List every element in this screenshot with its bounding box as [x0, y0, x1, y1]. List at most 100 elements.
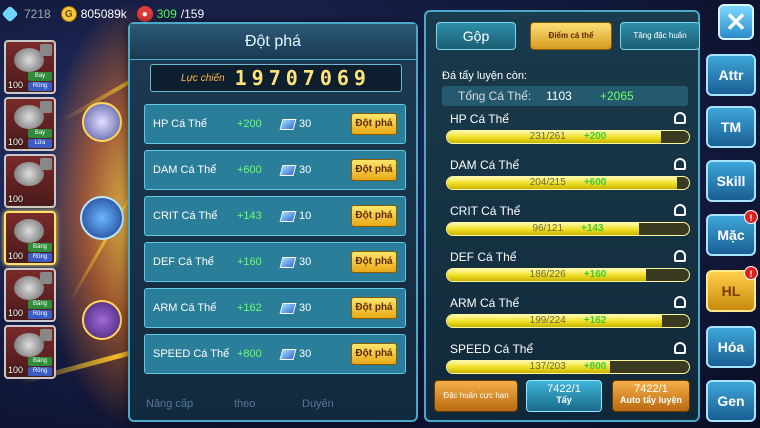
stat-bonus: +800 [583, 361, 607, 372]
character-avatar[interactable] [82, 300, 122, 340]
auto-reroll-button[interactable]: 7422/1 Auto tẩy luyện [612, 380, 690, 412]
stat-bonus: +162 [237, 302, 262, 314]
coin-resource: G 805089k [60, 6, 127, 22]
stat-cost: 30 [299, 256, 312, 268]
extreme-training-button[interactable]: Đặc huấn cực hạn [434, 380, 518, 412]
side-attr-button[interactable]: Attr [706, 54, 756, 96]
type-tag: Lửa [28, 139, 52, 148]
type-tag: Rồng [28, 253, 52, 262]
side-hoa-button[interactable]: Hóa [706, 326, 756, 368]
team-slot-selected[interactable]: Băng Rồng 100 [4, 211, 56, 265]
tab-gop[interactable]: Gộp [436, 22, 516, 50]
gem-count: 7218 [24, 7, 51, 21]
coin-icon: G [60, 6, 77, 22]
breakthrough-button[interactable]: Đột phá [351, 297, 397, 319]
panel-title: Đột phá [130, 24, 416, 60]
combat-power-value: 19707069 [234, 66, 371, 90]
breakthrough-button[interactable]: Đột phá [351, 251, 397, 273]
stat-bonus: +160 [583, 269, 607, 280]
monster-level: 100 [8, 137, 24, 147]
side-mac-button[interactable]: Mặc! [706, 210, 758, 256]
breakthrough-button[interactable]: Đột phá [351, 205, 397, 227]
stat-name: DAM Cá Thể [450, 158, 520, 172]
stat-progress-text: 186/226 +160 [446, 268, 690, 282]
stat-bonus: +160 [237, 256, 262, 268]
breakthrough-panel: Đột phá Lực chiến 19707069 HP Cá Thể +20… [128, 22, 418, 422]
team-slot[interactable]: Băng Rồng 100 [4, 268, 56, 322]
breakthrough-button[interactable]: Đột phá [351, 113, 397, 135]
type-tag: Rồng [28, 367, 52, 376]
tab-tang-dac-huan[interactable]: Tăng đặc huấn [620, 22, 700, 50]
breakthrough-row: CRIT Cá Thể +143 10 Đột phá [144, 196, 406, 236]
lock-icon[interactable] [674, 158, 686, 170]
reroll-count: 7422/1 [547, 383, 581, 395]
reroll-button[interactable]: 7422/1 Tẩy [526, 380, 602, 412]
stat-row: DAM Cá Thể 204/215 +600 [446, 158, 690, 204]
stat-name: DEF Cá Thể [450, 250, 517, 264]
breakthrough-button[interactable]: Đột phá [351, 343, 397, 365]
tab-diem-ca-the[interactable]: Điểm cá thể [530, 22, 612, 50]
stat-bonus: +143 [237, 210, 262, 222]
close-button[interactable]: ✕ [718, 4, 754, 40]
stat-bonus: +800 [237, 348, 262, 360]
team-list: Bay Rồng 100 Bay Lửa 100 100 Băng Rồng 100 Băn… [4, 40, 60, 382]
total-label: Tổng Cá Thể: [458, 89, 532, 103]
nav-upgrade[interactable]: Nâng cấp [146, 398, 193, 410]
stat-name: DEF Cá Thể [153, 256, 214, 268]
type-tag: Rồng [28, 310, 52, 319]
combat-power-label: Lực chiến [181, 72, 225, 84]
stat-name: ARM Cá Thể [153, 302, 217, 314]
bag-icon[interactable] [80, 196, 124, 240]
stat-bonus: +200 [237, 118, 262, 130]
alert-badge: ! [744, 266, 758, 280]
stat-progress-text: 96/121 +143 [446, 222, 690, 236]
item-orb-icon[interactable] [82, 102, 122, 142]
type-tag: Bay [28, 129, 52, 138]
stat-cost: 10 [299, 210, 312, 222]
crystal-icon [279, 210, 297, 222]
nav-follow[interactable]: theo [234, 398, 255, 410]
crystal-icon [279, 256, 297, 268]
gem-resource: 7218 [0, 5, 51, 23]
total-stats: Tổng Cá Thể: 1103 +2065 [442, 86, 688, 106]
stat-progress-text: 231/261 +200 [446, 130, 690, 144]
side-skill-button[interactable]: Skill [706, 160, 756, 202]
breakthrough-button[interactable]: Đột phá [351, 159, 397, 181]
lock-icon[interactable] [674, 296, 686, 308]
stat-current: 96/121 [532, 223, 564, 234]
monster-level: 100 [8, 194, 24, 204]
nav-affinity[interactable]: Duyên [302, 398, 334, 410]
type-tag: Bay [28, 72, 52, 81]
stat-name: HP Cá Thể [153, 118, 208, 130]
total-bonus: +2065 [600, 89, 634, 103]
side-gen-button[interactable]: Gen [706, 380, 756, 422]
stat-bonus: +143 [581, 223, 604, 234]
fruit-current: 309 [156, 7, 177, 21]
team-slot[interactable]: 100 [4, 154, 56, 208]
lock-icon[interactable] [674, 342, 686, 354]
monster-level: 100 [8, 80, 24, 90]
type-tag: Băng [28, 357, 52, 366]
fruit-max: /159 [180, 7, 205, 21]
side-hl-button[interactable]: HL! [706, 266, 758, 312]
lock-icon[interactable] [674, 204, 686, 216]
breakthrough-row: SPEED Cá Thể +800 30 Đột phá [144, 334, 406, 374]
auto-reroll-count: 7422/1 [634, 383, 668, 395]
stat-current: 186/226 [529, 269, 566, 280]
stat-name: SPEED Cá Thể [450, 342, 534, 356]
lock-icon[interactable] [674, 250, 686, 262]
stat-row: HP Cá Thể 231/261 +200 [446, 112, 690, 158]
team-slot[interactable]: Bay Rồng 100 [4, 40, 56, 94]
stat-name: CRIT Cá Thể [153, 210, 218, 222]
type-tag: Băng [28, 300, 52, 309]
crystal-icon [279, 164, 297, 176]
lock-icon[interactable] [674, 112, 686, 124]
fruit-resource: ● 309/159 [136, 6, 205, 22]
coin-count: 805089k [80, 7, 127, 21]
team-slot[interactable]: Bay Lửa 100 [4, 97, 56, 151]
stat-name: CRIT Cá Thể [450, 204, 521, 218]
auto-reroll-label: Auto tẩy luyện [619, 395, 682, 405]
team-slot[interactable]: Băng Rồng 100 [4, 325, 56, 379]
stat-bonus: +200 [583, 131, 607, 142]
side-tm-button[interactable]: TM [706, 106, 756, 148]
